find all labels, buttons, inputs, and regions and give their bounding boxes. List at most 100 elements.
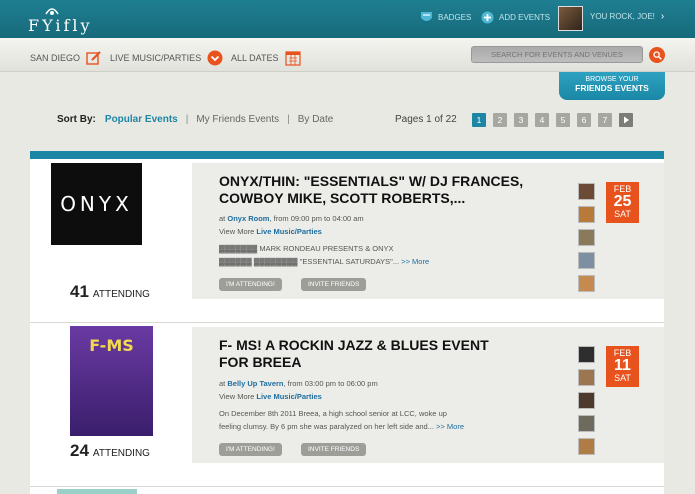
friend-avatar[interactable] — [578, 206, 595, 223]
search-button[interactable] — [649, 47, 665, 63]
user-greeting: YOU ROCK, JOE! — [590, 12, 655, 21]
event-time: , from 09:00 pm to 04:00 am — [269, 214, 364, 223]
description-line-2: ▓▓▓▓▓▓ ▓▓▓▓▓▓▓▓ "ESSENTIAL SATURDAYS"...… — [219, 255, 484, 268]
category-link[interactable]: Live Music/Parties — [256, 392, 321, 401]
event-description: On December 8th 2011 Breea, a high schoo… — [219, 407, 484, 433]
more-link[interactable]: >> More — [401, 257, 429, 266]
event-venue-time: at Onyx Room, from 09:00 pm to 04:00 am — [219, 214, 364, 223]
friends-tab-line2: FRIENDS EVENTS — [575, 83, 649, 93]
event-category: View More Live Music/Parties — [219, 227, 322, 236]
friend-avatar[interactable] — [578, 229, 595, 246]
event-venue-time: at Belly Up Tavern, from 03:00 pm to 06:… — [219, 379, 378, 388]
friend-avatar[interactable] — [578, 438, 595, 455]
search-icon — [652, 50, 662, 60]
browse-friends-events-tab[interactable]: BROWSE YOUR FRIENDS EVENTS — [559, 72, 665, 100]
friend-avatar[interactable] — [578, 252, 595, 269]
page-7-button[interactable]: 7 — [598, 113, 612, 127]
attending-button[interactable]: I'M ATTENDING! — [219, 443, 282, 456]
page-6-button[interactable]: 6 — [577, 113, 591, 127]
event-description: ▓▓▓▓▓▓▓ MARK RONDEAU PRESENTS & ONYX ▓▓▓… — [219, 242, 484, 268]
event-left-column: ONYX 41 ATTENDING — [30, 159, 192, 302]
event-title[interactable]: ONYX/THIN: "ESSENTIALS" W/ DJ FRANCES, C… — [219, 173, 569, 207]
filter-bar: SAN DIEGO LIVE MUSIC/PARTIES ALL DATES — [0, 38, 695, 72]
top-navigation-bar: FYifly BADGES ADD EVENTS YOU ROCK, JOE! … — [0, 0, 695, 38]
edit-pencil-icon — [86, 51, 101, 65]
more-link[interactable]: >> More — [436, 422, 464, 431]
description-line: On December 8th 2011 Breea, a high schoo… — [219, 409, 447, 418]
page-1-button[interactable]: 1 — [472, 113, 486, 127]
view-more-label: View More — [219, 227, 255, 236]
event-poster[interactable]: F-MS — [70, 326, 153, 436]
event-thumbnail-logo: ONYX — [60, 192, 133, 216]
next-event-thumbnail-peek — [57, 489, 137, 494]
sort-popular-events[interactable]: Popular Events — [105, 114, 178, 125]
attending-count: 41 ATTENDING — [70, 282, 150, 302]
logo-text: FYifly — [28, 16, 93, 35]
attending-label: ATTENDING — [92, 448, 150, 459]
event-category: View More Live Music/Parties — [219, 392, 322, 401]
invite-friends-button[interactable]: INVITE FRIENDS — [301, 443, 367, 456]
event-poster-title: F-MS — [89, 336, 134, 355]
sort-label: Sort By: — [57, 114, 96, 125]
badges-link[interactable]: BADGES — [420, 11, 471, 24]
event-date-badge: FEB 25 SAT — [606, 182, 639, 223]
event-date-badge: FEB 11 SAT — [606, 346, 639, 387]
add-events-link[interactable]: ADD EVENTS — [481, 11, 550, 24]
event-thumbnail[interactable]: ONYX — [51, 163, 142, 245]
date-filter[interactable]: ALL DATES — [231, 50, 301, 66]
friend-avatar[interactable] — [578, 415, 595, 432]
date-day: 25 — [613, 193, 632, 210]
page-count: Pages 1 of 22 — [395, 114, 457, 125]
chevron-down-icon — [207, 50, 223, 66]
page-5-button[interactable]: 5 — [556, 113, 570, 127]
invite-friends-button[interactable]: INVITE FRIENDS — [301, 278, 367, 291]
add-events-label: ADD EVENTS — [499, 13, 551, 22]
friend-avatar[interactable] — [578, 346, 595, 363]
event-details: F- MS! A ROCKIN JAZZ & BLUES EVENT FOR B… — [192, 327, 664, 463]
user-avatar[interactable] — [558, 6, 583, 31]
play-arrow-icon — [624, 116, 629, 124]
plus-circle-icon — [481, 11, 494, 24]
friend-avatar[interactable] — [578, 369, 595, 386]
date-weekday: SAT — [614, 373, 631, 383]
event-title[interactable]: F- MS! A ROCKIN JAZZ & BLUES EVENT FOR B… — [219, 337, 509, 371]
friend-avatar[interactable] — [578, 275, 595, 292]
fyifly-logo[interactable]: FYifly — [28, 7, 108, 35]
sort-bar: Sort By: Popular Events | My Friends Eve… — [57, 114, 333, 125]
view-more-label: View More — [219, 392, 255, 401]
logo-mark-icon — [45, 8, 59, 15]
description-line-2: feeling clumsy. By 6 pm she was paralyze… — [219, 420, 484, 433]
description-text: ▓▓▓▓▓▓ ▓▓▓▓▓▓▓▓ "ESSENTIAL SATURDAYS"... — [219, 257, 400, 266]
friend-avatar[interactable] — [578, 392, 595, 409]
event-left-column: F-MS 24 ATTENDING — [30, 323, 192, 463]
attending-count: 24 ATTENDING — [70, 441, 150, 461]
badges-label: BADGES — [438, 13, 472, 22]
event-list: ONYX 41 ATTENDING ONYX/THIN: "ESSENTIALS… — [30, 151, 664, 494]
friend-avatar[interactable] — [578, 183, 595, 200]
location-filter[interactable]: SAN DIEGO — [30, 50, 102, 66]
attending-button[interactable]: I'M ATTENDING! — [219, 278, 282, 291]
date-day: 11 — [614, 357, 631, 374]
venue-link[interactable]: Belly Up Tavern — [227, 379, 283, 388]
event-details: ONYX/THIN: "ESSENTIALS" W/ DJ FRANCES, C… — [192, 163, 664, 299]
next-page-button[interactable] — [619, 113, 633, 127]
page-4-button[interactable]: 4 — [535, 113, 549, 127]
event-card: ONYX 41 ATTENDING ONYX/THIN: "ESSENTIALS… — [30, 159, 664, 323]
description-text: feeling clumsy. By 6 pm she was paralyze… — [219, 422, 434, 431]
event-time: , from 03:00 pm to 06:00 pm — [283, 379, 378, 388]
user-menu-link[interactable]: YOU ROCK, JOE! › — [590, 11, 664, 22]
date-weekday: SAT — [614, 209, 631, 219]
location-label: SAN DIEGO — [30, 53, 81, 63]
attending-number: 41 — [70, 282, 89, 301]
page-3-button[interactable]: 3 — [514, 113, 528, 127]
dates-label: ALL DATES — [231, 53, 279, 63]
category-filter[interactable]: LIVE MUSIC/PARTIES — [110, 50, 223, 66]
sort-separator: | — [185, 114, 189, 125]
sort-by-date[interactable]: By Date — [298, 114, 334, 125]
search-input[interactable] — [471, 46, 643, 63]
sort-my-friends-events[interactable]: My Friends Events — [196, 114, 279, 125]
category-link[interactable]: Live Music/Parties — [256, 227, 321, 236]
sort-separator: | — [287, 114, 290, 125]
venue-link[interactable]: Onyx Room — [227, 214, 269, 223]
page-2-button[interactable]: 2 — [493, 113, 507, 127]
